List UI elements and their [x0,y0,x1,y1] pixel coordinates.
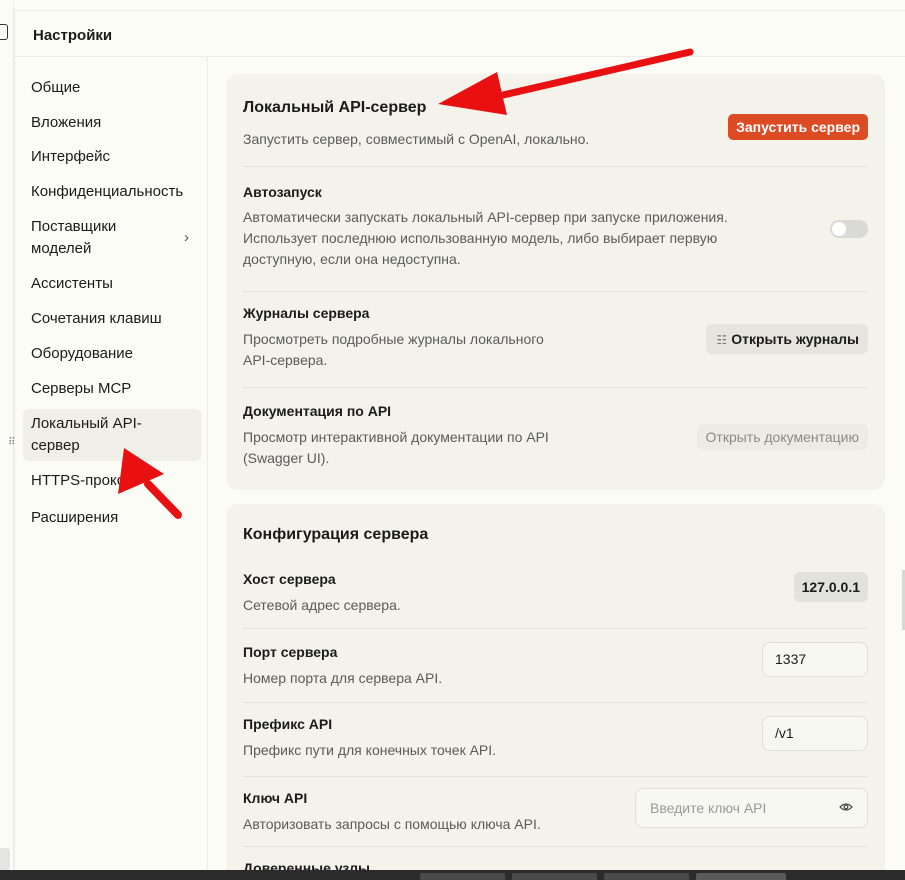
autostart-toggle[interactable] [830,220,868,238]
divider [243,628,868,629]
host-value: 127.0.0.1 [793,572,868,602]
divider [243,291,868,292]
card-title: Локальный API-сервер [243,99,427,116]
sidebar-item-label: Сочетания клавиш [31,310,162,327]
sidebar-item-interface[interactable]: Интерфейс [23,146,201,168]
server-logs-title: Журналы сервера [243,305,370,321]
sidebar-item-label: Ассистенты [31,275,113,292]
host-description: Сетевой адрес сервера. [243,597,401,613]
settings-window: Настройки Общие Вложения Интерфейс Конфи… [14,10,905,871]
open-logs-button[interactable]: ☷ Открыть журналы [706,324,868,354]
sidebar-item-label: HTTPS-прокси [31,472,133,489]
host-title: Хост сервера [243,571,336,587]
local-api-server-card: Локальный API-сервер Запустить сервер, с… [226,74,885,490]
port-description: Номер порта для сервера API. [243,670,443,686]
window-title: Настройки [33,27,113,44]
sidebar-item-label: Серверы MCP [31,380,132,397]
edge-tab [0,848,10,870]
sidebar-item-label-line1: Локальный API- [31,415,142,432]
sidebar-item-attachments[interactable]: Вложения [23,112,201,134]
divider [243,387,868,388]
list-icon: ☷ [716,333,728,347]
sidebar-item-label: Расширения [31,509,119,526]
open-logs-label: Открыть журналы [731,331,859,347]
api-key-title: Ключ API [243,790,308,806]
server-logs-description-line: Просмотреть подробные журналы локального [243,331,544,347]
sidebar-item-label: Оборудование [31,345,134,362]
autostart-description-line: доступную, если она недоступна. [243,251,461,267]
sidebar-item-label-line1: Поставщики [31,218,117,235]
sidebar-item-assistants[interactable]: Ассистенты [23,273,201,295]
taskbar-button[interactable] [420,873,505,880]
chevron-right-icon: › [184,229,189,246]
autostart-description: Автоматически запускать локальный API-се… [243,207,728,270]
prefix-description: Префикс пути для конечных точек API. [243,742,497,758]
divider [243,166,868,167]
api-docs-description: Просмотр интерактивной документации по A… [243,427,549,469]
sidebar-item-label: Вложения [31,114,102,131]
sidebar-item-local-api-server[interactable]: Локальный API- сервер [23,409,201,461]
prefix-input[interactable]: /v1 [762,716,868,751]
taskbar-button[interactable] [604,873,689,880]
sidebar-item-privacy[interactable]: Конфиденциальность [23,181,201,203]
titlebar: Настройки [15,11,905,57]
left-window-edge: ⠿ [0,0,15,880]
sidebar-item-mcp-servers[interactable]: Серверы MCP [23,378,201,400]
divider [243,846,868,847]
api-docs-description-line: (Swagger UI). [243,450,330,466]
settings-content: Локальный API-сервер Запустить сервер, с… [208,57,905,871]
sidebar-item-extensions[interactable]: Расширения [23,507,201,529]
autostart-description-line: Автоматически запускать локальный API-се… [243,209,728,225]
start-server-button[interactable]: Запустить сервер [728,114,868,140]
autostart-description-line: Использует последнюю использованную моде… [243,230,718,246]
toggle-knob [832,222,846,236]
settings-sidebar: Общие Вложения Интерфейс Конфиденциально… [15,57,208,871]
sidebar-item-label: Общие [31,79,81,96]
window-edge-icon [0,24,8,40]
divider [243,776,868,777]
taskbar-button[interactable] [696,873,786,880]
port-title: Порт сервера [243,644,338,660]
sidebar-item-model-providers[interactable]: Поставщики моделей › [23,216,201,260]
api-docs-description-line: Просмотр интерактивной документации по A… [243,429,549,445]
card-title: Конфигурация сервера [243,526,429,543]
server-config-card: Конфигурация сервера Хост сервера Сетево… [226,504,885,871]
open-docs-button[interactable]: Открыть документацию [696,424,868,450]
sidebar-item-https-proxy[interactable]: HTTPS-прокси [23,470,201,492]
server-logs-description: Просмотреть подробные журналы локального… [243,329,544,371]
api-key-placeholder: Введите ключ API [650,800,767,816]
taskbar-button[interactable] [512,873,597,880]
sidebar-item-label: Конфиденциальность [31,183,184,200]
sidebar-item-hardware[interactable]: Оборудование [23,343,201,365]
server-logs-description-line: API-сервера. [243,352,328,368]
sidebar-item-label-line2: сервер [31,437,80,454]
port-input[interactable]: 1337 [762,642,868,677]
server-description: Запустить сервер, совместимый с OpenAI, … [243,131,590,147]
api-key-input[interactable]: Введите ключ API [635,788,868,828]
sidebar-item-label-line2: моделей [31,240,92,257]
divider [243,702,868,703]
sidebar-item-label: Интерфейс [31,148,111,165]
prefix-title: Префикс API [243,716,333,732]
sidebar-item-shortcuts[interactable]: Сочетания клавиш [23,308,201,330]
autostart-title: Автозапуск [243,184,322,200]
api-key-description: Авторизовать запросы с помощью ключа API… [243,816,541,832]
eye-icon[interactable] [839,802,853,812]
sidebar-item-general[interactable]: Общие [23,77,201,99]
api-docs-title: Документация по API [243,403,392,419]
